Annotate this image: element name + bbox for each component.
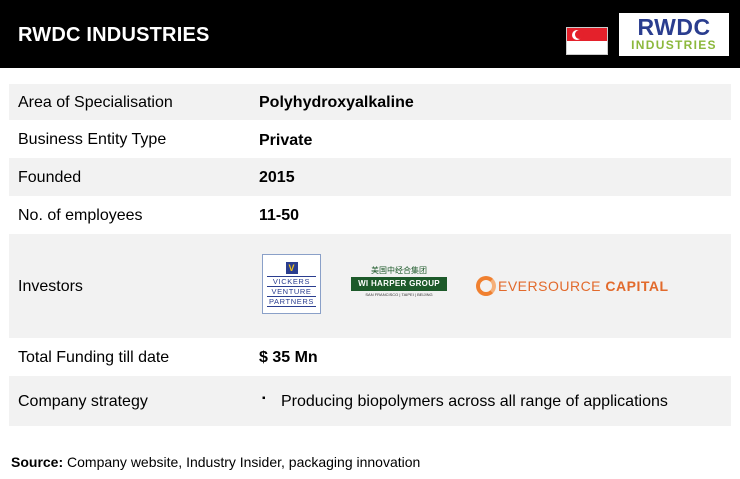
founded-label: Founded <box>18 169 82 186</box>
founded-value: 2015 <box>259 169 295 186</box>
eversource-name: EVERSOURCE <box>498 278 602 294</box>
singapore-flag-icon <box>566 27 608 55</box>
employees-label: No. of employees <box>18 207 143 224</box>
entity-type-label: Business Entity Type <box>18 131 167 148</box>
investors-label: Investors <box>18 278 83 295</box>
wiharper-chinese-name: 美国中经合集团 <box>371 266 427 275</box>
company-title: RWDC INDUSTRIES <box>18 24 210 46</box>
logo-top-text: RWDC <box>637 14 711 40</box>
source-note: Source: Company website, Industry Inside… <box>11 454 420 470</box>
logo-bottom-text: INDUSTRIES <box>631 38 717 52</box>
row-specialisation: Area of Specialisation Polyhydroxyalkali… <box>9 84 731 120</box>
funding-value: $ 35 Mn <box>259 349 318 366</box>
row-founded: Founded 2015 <box>9 158 731 196</box>
source-label: Source: <box>11 454 64 470</box>
employees-value: 11-50 <box>259 207 300 224</box>
eversource-ring-icon <box>476 276 496 296</box>
vickers-line2: VENTURE <box>267 287 316 297</box>
row-funding: Total Funding till date $ 35 Mn <box>9 338 731 376</box>
rwdc-logo: RWDC INDUSTRIES <box>619 13 729 56</box>
bullet-icon: ▪ <box>262 393 266 404</box>
vickers-line1: VICKERS <box>267 276 316 287</box>
specialisation-label: Area of Specialisation <box>18 94 173 111</box>
eversource-capital-logo: EVERSOURCE CAPITAL <box>476 274 668 298</box>
vickers-mark-icon: V <box>285 262 298 274</box>
vickers-line3: PARTNERS <box>267 297 316 307</box>
wiharper-cities: SAN FRANCISCO | TAIPEI | BEIJING <box>365 292 433 297</box>
wi-harper-group-logo: 美国中经合集团 WI HARPER GROUP SAN FRANCISCO | … <box>351 266 447 306</box>
eversource-capital: CAPITAL <box>605 278 669 294</box>
source-text: Company website, Industry Insider, packa… <box>67 454 421 470</box>
header-bar: RWDC INDUSTRIES RWDC INDUSTRIES <box>0 0 740 68</box>
entity-type-value: Private <box>259 132 313 149</box>
strategy-label: Company strategy <box>18 393 148 410</box>
funding-label: Total Funding till date <box>18 349 170 366</box>
wiharper-name: WI HARPER GROUP <box>351 277 447 291</box>
vickers-venture-partners-logo: V VICKERS VENTURE PARTNERS <box>262 254 321 314</box>
specialisation-value: Polyhydroxyalkaline <box>259 94 414 111</box>
row-entity-type: Business Entity Type Private <box>9 120 731 158</box>
eversource-wordmark: EVERSOURCE CAPITAL <box>498 278 669 294</box>
row-employees: No. of employees 11-50 <box>9 196 731 234</box>
strategy-value: Producing biopolymers across all range o… <box>281 393 668 410</box>
